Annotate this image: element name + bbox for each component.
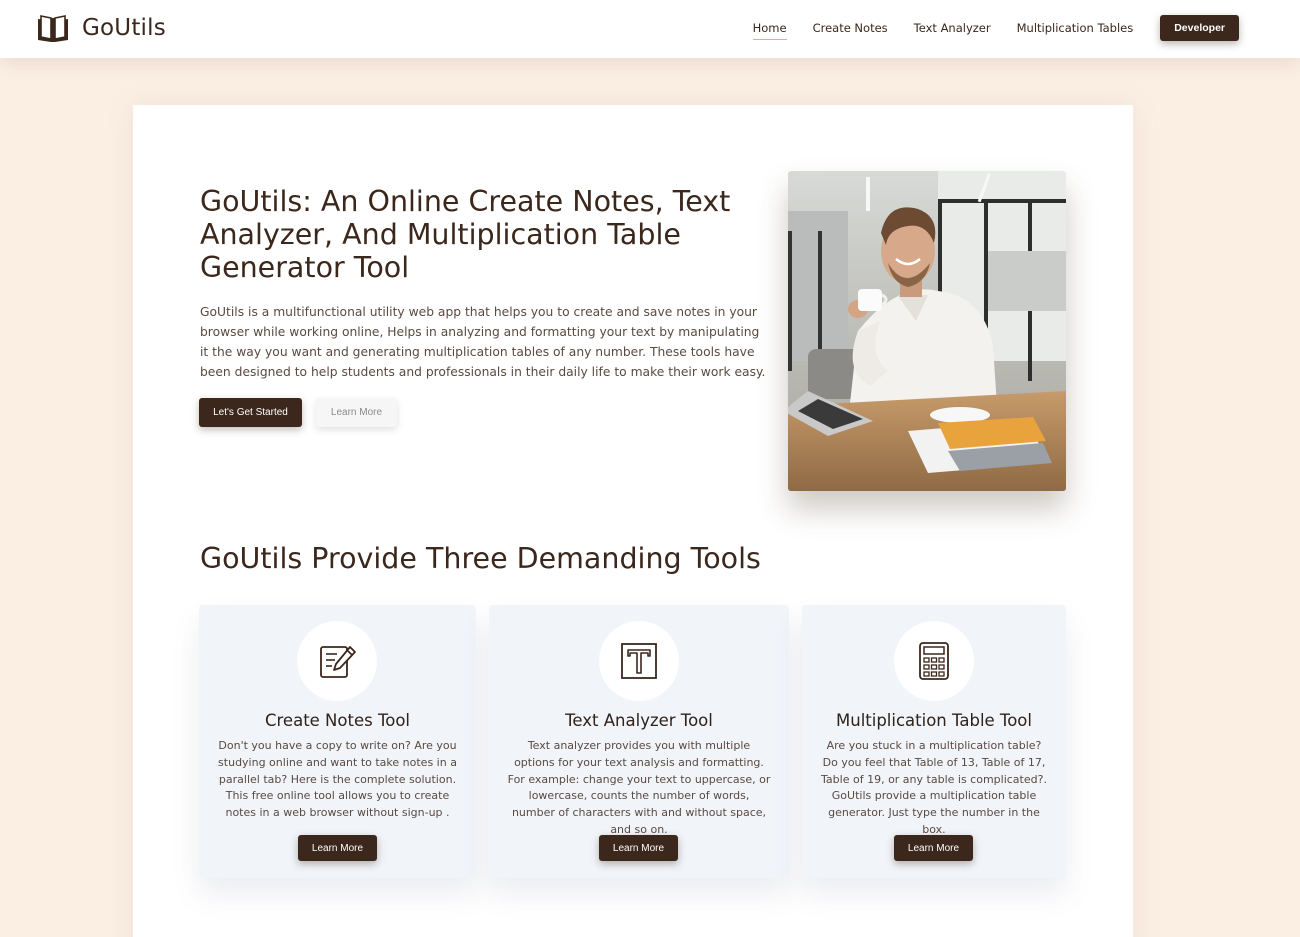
get-started-button[interactable]: Let's Get Started [199, 398, 302, 427]
tools-section-title: GoUtils Provide Three Demanding Tools [200, 542, 761, 575]
text-analyzer-learn-more-button[interactable]: Learn More [599, 835, 678, 861]
book-icon [38, 15, 68, 42]
nav-link-multiplication-tables[interactable]: Multiplication Tables [1017, 17, 1134, 39]
top-navbar: GoUtils Home Create Notes Text Analyzer … [0, 0, 1300, 58]
tool-card-multiplication-table: Multiplication Table Tool Are you stuck … [802, 605, 1066, 878]
calculator-icon [919, 642, 949, 680]
tool-description: Text analyzer provides you with multiple… [507, 739, 771, 836]
hero-description: GoUtils is a multifunctional utility web… [200, 305, 766, 379]
tool-title: Text Analyzer Tool [565, 711, 713, 730]
text-t-icon [621, 643, 657, 679]
main-content-card: GoUtils: An Online Create Notes, Text An… [133, 105, 1133, 937]
developer-button[interactable]: Developer [1160, 15, 1239, 41]
tool-icon-circle [599, 621, 679, 701]
tool-icon-circle [297, 621, 377, 701]
tool-icon-circle [894, 621, 974, 701]
notes-edit-icon [320, 646, 356, 678]
nav-link-text-analyzer[interactable]: Text Analyzer [914, 17, 991, 39]
nav-menu: Home Create Notes Text Analyzer Multipli… [727, 15, 1239, 41]
tool-description: Are you stuck in a multiplication table?… [821, 739, 1047, 836]
tool-title: Create Notes Tool [264, 711, 411, 730]
hero-learn-more-button[interactable]: Learn More [316, 398, 397, 427]
brand-name: GoUtils [82, 15, 166, 41]
man-drinking-coffee-illustration [788, 171, 1066, 491]
create-notes-learn-more-button[interactable]: Learn More [298, 835, 377, 861]
tool-card-create-notes: Create Notes Tool Don't you have a copy … [199, 605, 476, 878]
tool-card-text-analyzer: Text Analyzer Tool Text analyzer provide… [489, 605, 789, 878]
tool-description: Don't you have a copy to write on? Are y… [218, 739, 457, 820]
nav-link-create-notes[interactable]: Create Notes [813, 17, 888, 39]
hero-photo [788, 171, 1066, 491]
multiplication-table-learn-more-button[interactable]: Learn More [894, 835, 973, 861]
nav-link-home[interactable]: Home [752, 17, 787, 40]
hero-title: GoUtils: An Online Create Notes, Text An… [200, 185, 731, 284]
tool-title: Multiplication Table Tool [836, 711, 1032, 730]
brand-logo-link[interactable]: GoUtils [36, 12, 166, 44]
